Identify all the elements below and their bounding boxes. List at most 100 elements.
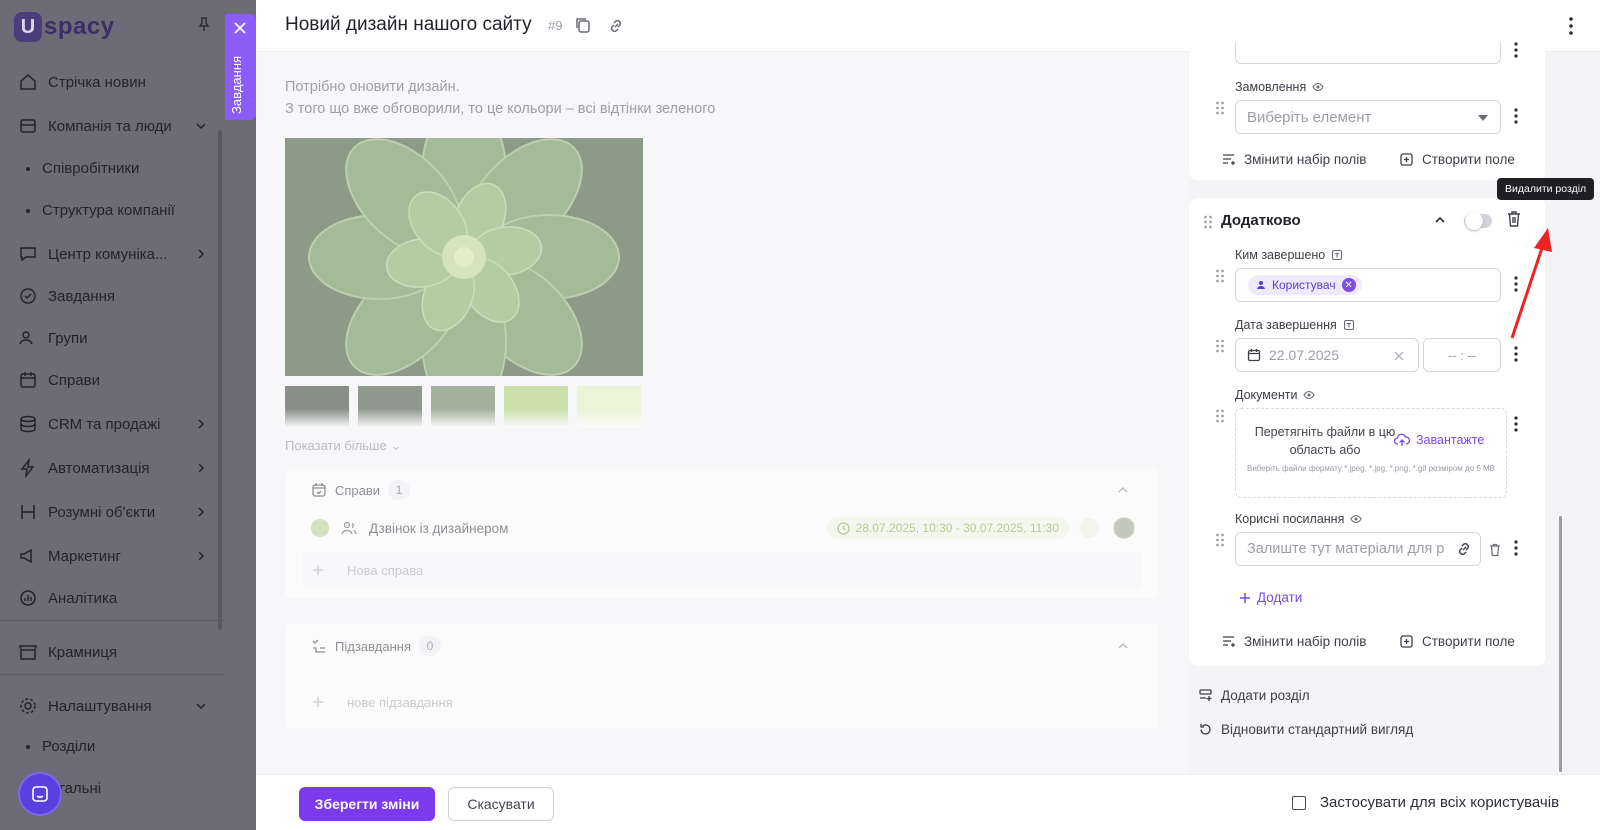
completed-date-input[interactable]: 22.07.2025 (1235, 338, 1419, 372)
task-description[interactable]: Потрібно оновити дизайн. З того що вже о… (285, 76, 715, 120)
section-visibility-toggle[interactable] (1464, 212, 1492, 230)
eye-icon[interactable] (1350, 513, 1362, 525)
task-number: #9 (548, 18, 563, 33)
link-icon[interactable] (1456, 541, 1472, 557)
eye-icon[interactable] (1312, 81, 1324, 93)
chevron-up-icon[interactable] (1117, 642, 1129, 650)
task-title[interactable]: Новий дизайн нашого сайту (285, 14, 532, 36)
more-vertical-icon[interactable] (1514, 108, 1518, 124)
clear-icon[interactable] (1394, 351, 1404, 361)
apply-all-label: Застосувати для всіх користувачів (1320, 794, 1560, 811)
chat-launcher-button[interactable] (18, 772, 62, 816)
restore-default-button[interactable]: Відновити стандартний вигляд (1198, 722, 1413, 737)
section-title[interactable]: Додатково (1221, 212, 1301, 229)
plus-icon (1240, 592, 1250, 603)
completed-by-field[interactable]: Користувач ✕ (1235, 268, 1501, 302)
settings-scrollbar[interactable] (1559, 516, 1562, 772)
link-icon[interactable] (607, 17, 625, 35)
chevron-up-icon[interactable] (1117, 486, 1129, 494)
sidebar-subitem-sections[interactable]: Розділи (26, 738, 95, 755)
more-vertical-icon[interactable] (1568, 16, 1574, 36)
drag-handle-icon[interactable] (1215, 268, 1225, 284)
save-button[interactable]: Зберегти зміни (299, 787, 435, 821)
change-fields-button[interactable]: Змінити набір полів (1221, 152, 1366, 167)
sidebar-item-smart-objects[interactable]: Розумні об'єкти (18, 502, 208, 522)
sidebar-item-settings[interactable]: Налаштування (18, 696, 208, 716)
sidebar-item-store[interactable]: Крамниця (18, 642, 208, 662)
drag-handle-icon[interactable] (1203, 214, 1213, 230)
more-vertical-icon[interactable] (1514, 416, 1518, 432)
sidebar-item-analytics[interactable]: Аналітика (18, 588, 208, 608)
restore-icon (1200, 724, 1211, 735)
chevron-up-icon[interactable] (1434, 216, 1446, 224)
new-subtask-input[interactable]: нове підзавдання (303, 684, 1141, 720)
calendar-icon (20, 372, 36, 388)
add-link-button[interactable]: Додати (1239, 590, 1302, 605)
more-vertical-icon[interactable] (1514, 346, 1518, 362)
create-field-label: Створити поле (1422, 634, 1515, 649)
new-activity-input[interactable]: Нова справа (303, 552, 1141, 588)
drag-handle-icon[interactable] (1215, 338, 1225, 354)
activity-row[interactable]: Дзвінок із дизайнером 28.07.2025, 10:30 … (303, 508, 1141, 548)
documents-dropzone[interactable]: Перетягніть файли в цю область або Заван… (1235, 408, 1507, 498)
sidebar-item-marketing[interactable]: Маркетинг (18, 546, 208, 566)
status-dot[interactable] (311, 519, 329, 537)
tasks-tab-label: Завдання (229, 55, 244, 114)
more-vertical-icon[interactable] (1514, 540, 1518, 556)
sidebar-item-communications[interactable]: Центр комуніка... (18, 244, 208, 264)
activities-header[interactable]: Справи 1 (311, 480, 411, 500)
drag-handle-icon[interactable] (1215, 408, 1225, 424)
trash-icon[interactable] (1489, 543, 1501, 557)
show-more-label: Показати більше (285, 438, 387, 453)
change-fields-button[interactable]: Змінити набір полів (1221, 634, 1366, 649)
sidebar-subitem-employees[interactable]: Співробітники (26, 160, 139, 177)
copy-icon[interactable] (574, 16, 592, 34)
activities-count: 1 (388, 480, 411, 500)
pin-icon[interactable] (196, 16, 212, 32)
sidebar-item-company[interactable]: Компанія та люди (18, 116, 208, 136)
upload-link[interactable]: Завантажте (1394, 433, 1484, 447)
add-section-button[interactable]: Додати розділ (1198, 688, 1310, 703)
sidebar-subitem-label: Структура компанії (42, 202, 175, 219)
previous-select[interactable] (1235, 42, 1501, 64)
drag-handle-icon[interactable] (1215, 532, 1225, 548)
create-field-button[interactable]: Створити поле (1399, 152, 1515, 167)
color-swatch[interactable] (285, 386, 349, 428)
eye-icon[interactable] (1303, 389, 1316, 401)
readonly-icon[interactable] (1343, 319, 1355, 331)
sidebar-item-news[interactable]: Стрічка новин (18, 72, 208, 92)
tasks-side-tab[interactable]: Завдання (225, 14, 256, 120)
logo[interactable]: U spacy (14, 12, 115, 42)
subtasks-header[interactable]: Підзавдання 0 (311, 636, 441, 656)
show-more-link[interactable]: Показати більше ⌄ (285, 438, 401, 454)
completed-time-input[interactable]: -- : -- (1423, 338, 1501, 372)
sidebar-item-activities[interactable]: Справи (18, 370, 208, 390)
more-vertical-icon[interactable] (1514, 42, 1518, 58)
color-swatch[interactable] (577, 386, 641, 428)
new-activity-placeholder: Нова справа (347, 562, 424, 578)
cancel-button[interactable]: Скасувати (448, 787, 554, 821)
sidebar-subitem-structure[interactable]: Структура компанії (26, 202, 175, 219)
user-chip[interactable]: Користувач ✕ (1248, 275, 1362, 295)
drag-handle-icon[interactable] (1215, 100, 1225, 116)
readonly-icon[interactable] (1331, 249, 1343, 261)
checkbox[interactable] (1292, 795, 1306, 810)
sidebar-item-groups[interactable]: Групи (18, 328, 208, 348)
color-swatch[interactable] (358, 386, 422, 428)
clock-icon (837, 521, 850, 535)
expand-activity-button[interactable] (1079, 518, 1099, 538)
activities-title: Справи (335, 482, 381, 498)
color-swatch[interactable] (504, 386, 568, 428)
remove-chip-icon[interactable]: ✕ (1341, 278, 1356, 292)
order-select[interactable]: Виберіть елемент (1235, 100, 1501, 134)
sidebar-item-crm[interactable]: CRM та продажі (18, 414, 208, 434)
avatar[interactable] (1113, 517, 1135, 539)
sidebar-scrollbar[interactable] (218, 130, 222, 630)
succulent-image[interactable] (285, 138, 643, 376)
sidebar-item-tasks[interactable]: Завдання (18, 286, 208, 306)
useful-links-input[interactable]: Залиште тут матеріали для р (1235, 532, 1481, 566)
create-field-button[interactable]: Створити поле (1399, 634, 1515, 649)
color-swatch[interactable] (431, 386, 495, 428)
sidebar-item-automation[interactable]: Автоматизація (18, 458, 208, 478)
apply-all-checkbox[interactable]: Застосувати для всіх користувачів (1292, 794, 1559, 811)
